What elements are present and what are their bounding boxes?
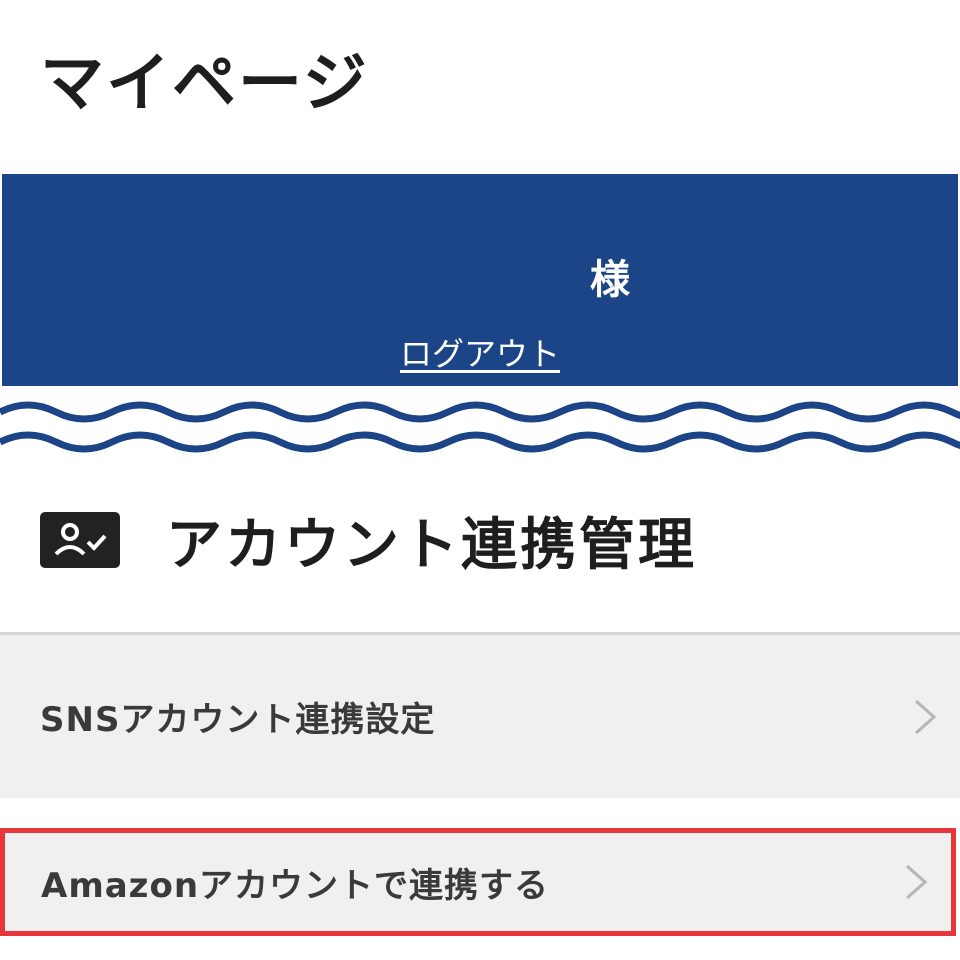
account-link-menu: SNSアカウント連携設定 Amazonアカウントで連携する [0,632,960,936]
account-check-icon [40,512,120,568]
user-name-suffix: 様 [590,257,630,303]
wave-divider [0,401,960,453]
chevron-right-icon [906,864,928,900]
section-title: アカウント連携管理 [166,512,697,578]
menu-item-label: Amazonアカウントで連携する [41,865,550,906]
menu-item-label: SNSアカウント連携設定 [40,700,436,740]
logout-link[interactable]: ログアウト [0,330,960,378]
sns-link-settings-item[interactable]: SNSアカウント連携設定 [0,632,960,798]
chevron-right-icon [915,699,937,734]
page-title: マイページ [40,47,369,121]
amazon-link-item[interactable]: Amazonアカウントで連携する [0,828,956,936]
section-header: アカウント連携管理 [40,500,697,580]
